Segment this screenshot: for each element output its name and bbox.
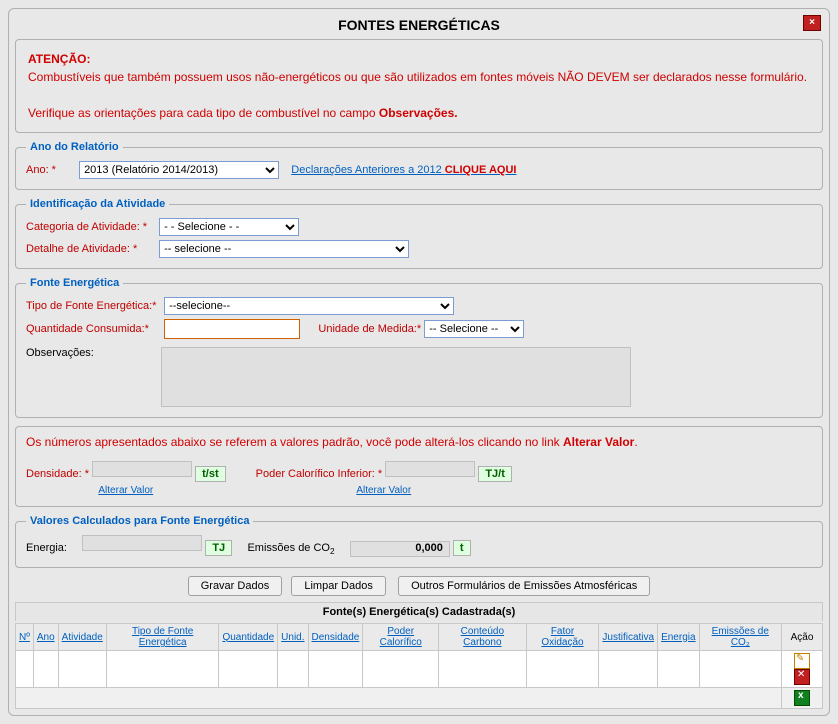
densidade-label: Densidade: * xyxy=(26,468,89,480)
calc-legend: Valores Calculados para Fonte Energética xyxy=(26,515,253,527)
categoria-label: Categoria de Atividade: * xyxy=(26,221,156,233)
outros-form-button[interactable]: Outros Formulários de Emissões Atmosféri… xyxy=(398,576,650,596)
attention-line1: Combustíveis que também possuem usos não… xyxy=(28,70,807,84)
unid-label: Unidade de Medida:* xyxy=(318,323,421,335)
attention-panel: ATENÇÃO: Combustíveis que também possuem… xyxy=(15,39,823,133)
delete-icon[interactable] xyxy=(794,669,810,685)
qtd-input[interactable] xyxy=(164,319,300,339)
padrao-fieldset: Os números apresentados abaixo se refere… xyxy=(15,426,823,507)
ident-fieldset: Identificação da Atividade Categoria de … xyxy=(15,198,823,269)
col-dens[interactable]: Densidade xyxy=(312,632,360,643)
col-atividade[interactable]: Atividade xyxy=(62,632,103,643)
close-icon[interactable]: × xyxy=(803,15,821,31)
attention-line2a: Verifique as orientações para cada tipo … xyxy=(28,106,379,120)
padrao-note-c: . xyxy=(634,435,637,449)
col-energia[interactable]: Energia xyxy=(661,632,695,643)
gravar-button[interactable]: Gravar Dados xyxy=(188,576,282,596)
unid-select[interactable]: -- Selecione -- xyxy=(424,320,524,338)
pci-label: Poder Calorífico Inferior: * xyxy=(256,468,383,480)
col-acao: Ação xyxy=(782,624,823,651)
densidade-unit: t/st xyxy=(195,466,226,482)
modal-window: FONTES ENERGÉTICAS × ATENÇÃO: Combustíve… xyxy=(8,8,830,716)
fonte-legend: Fonte Energética xyxy=(26,277,123,289)
ano-fieldset: Ano do Relatório Ano: * 2013 (Relatório … xyxy=(15,141,823,190)
table-footer-row xyxy=(16,688,823,709)
alterar-densidade-link[interactable]: Alterar Valor xyxy=(98,485,153,496)
calc-fieldset: Valores Calculados para Fonte Energética… xyxy=(15,515,823,568)
energia-label: Energia: xyxy=(26,542,67,554)
ano-select[interactable]: 2013 (Relatório 2014/2013) xyxy=(79,161,279,179)
detalhe-label: Detalhe de Atividade: * xyxy=(26,243,156,255)
tipo-fonte-label: Tipo de Fonte Energética:* xyxy=(26,300,161,312)
categoria-select[interactable]: - - Selecione - - xyxy=(159,218,299,236)
ano-legend: Ano do Relatório xyxy=(26,141,123,153)
col-justif[interactable]: Justificativa xyxy=(602,632,654,643)
emis-unit: t xyxy=(453,540,471,556)
padrao-note-b: Alterar Valor xyxy=(563,435,634,449)
col-carbono[interactable]: Conteúdo Carbono xyxy=(461,626,504,648)
padrao-note-a: Os números apresentados abaixo se refere… xyxy=(26,435,563,449)
col-emis[interactable]: Emissões de CO₂ xyxy=(712,626,769,648)
col-qtd[interactable]: Quantidade xyxy=(222,632,274,643)
table-header-row: Nº Ano Atividade Tipo de Fonte Energétic… xyxy=(16,624,823,651)
table-title: Fonte(s) Energética(s) Cadastrada(s) xyxy=(15,602,823,621)
obs-label: Observações: xyxy=(26,347,161,359)
attention-heading: ATENÇÃO: xyxy=(28,52,90,66)
emis-value: 0,000 xyxy=(350,541,450,557)
edit-icon[interactable] xyxy=(794,653,810,669)
fonte-table: Nº Ano Atividade Tipo de Fonte Energétic… xyxy=(15,623,823,709)
window-title: FONTES ENERGÉTICAS xyxy=(338,17,500,33)
button-row: Gravar Dados Limpar Dados Outros Formulá… xyxy=(15,576,823,596)
detalhe-select[interactable]: -- selecione -- xyxy=(159,240,409,258)
emis-label: Emissões de CO2 xyxy=(247,542,334,554)
alterar-pci-link[interactable]: Alterar Valor xyxy=(356,485,411,496)
export-icon[interactable] xyxy=(794,690,810,706)
col-tipo[interactable]: Tipo de Fonte Energética xyxy=(132,626,193,648)
ano-label: Ano: * xyxy=(26,164,76,176)
col-no[interactable]: Nº xyxy=(19,632,30,643)
table-row xyxy=(16,651,823,688)
col-unid[interactable]: Unid. xyxy=(281,632,304,643)
ident-legend: Identificação da Atividade xyxy=(26,198,169,210)
pci-unit: TJ/t xyxy=(478,466,512,482)
pci-value xyxy=(385,461,475,477)
fonte-fieldset: Fonte Energética Tipo de Fonte Energétic… xyxy=(15,277,823,418)
tipo-fonte-select[interactable]: --selecione-- xyxy=(164,297,454,315)
obs-textarea xyxy=(161,347,631,407)
title-bar: FONTES ENERGÉTICAS × xyxy=(15,15,823,39)
declaracoes-anteriores-link[interactable]: Declarações Anteriores a 2012 CLIQUE AQU… xyxy=(291,164,516,176)
densidade-value xyxy=(92,461,192,477)
limpar-button[interactable]: Limpar Dados xyxy=(291,576,385,596)
col-pci[interactable]: Poder Calorífico xyxy=(380,626,422,648)
col-fator[interactable]: Fator Oxidação xyxy=(541,626,583,648)
energia-value xyxy=(82,535,202,551)
energia-unit: TJ xyxy=(205,540,232,556)
qtd-label: Quantidade Consumida:* xyxy=(26,323,161,335)
col-ano[interactable]: Ano xyxy=(37,632,55,643)
attention-line2b: Observações. xyxy=(379,106,458,120)
